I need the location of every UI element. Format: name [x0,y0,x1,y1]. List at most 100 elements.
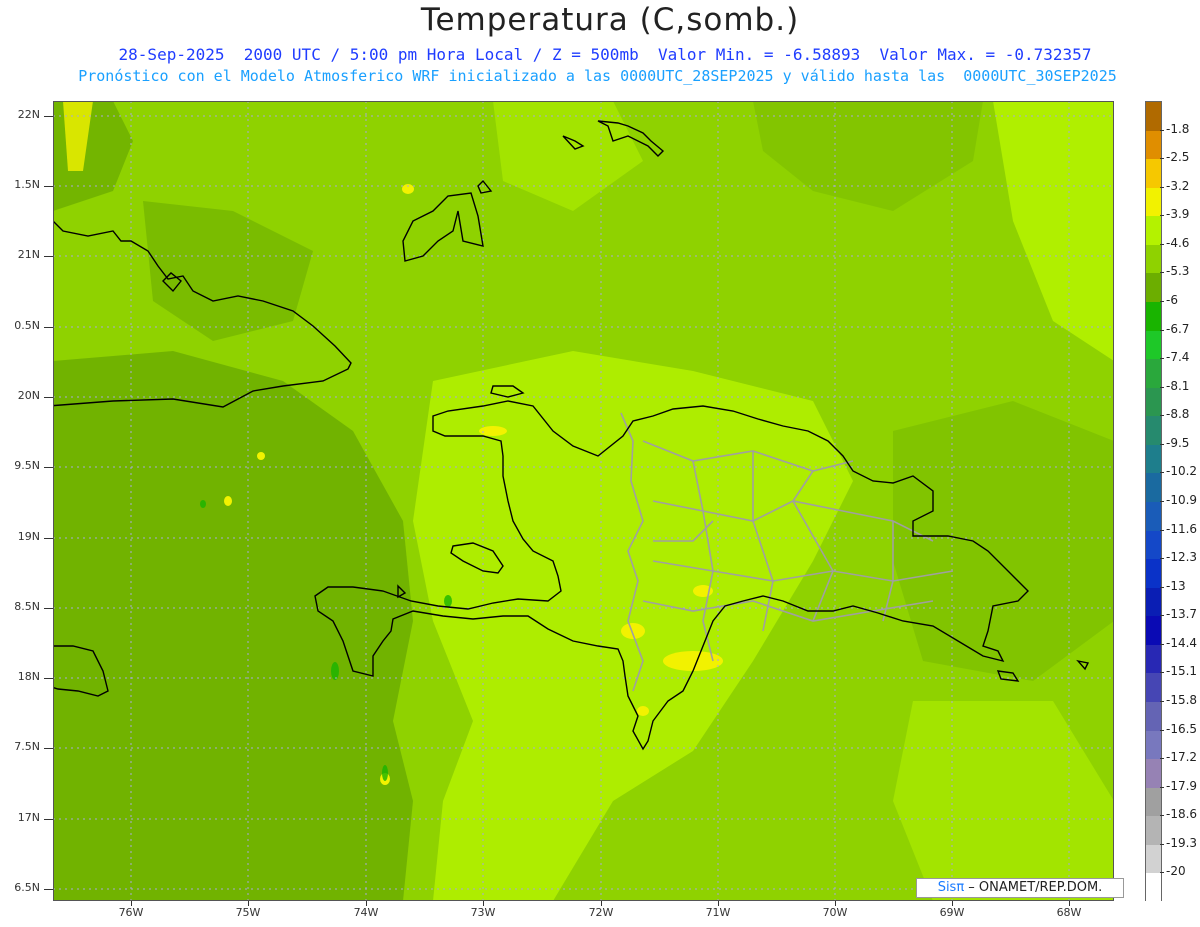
x-tick-label: 68W [1056,906,1082,919]
colorbar-tick [1160,786,1164,788]
colorbar-label: -19.3 [1166,835,1198,850]
colorbar-tick [1160,186,1164,188]
colorbar-tick [1160,843,1164,845]
colorbar-segment [1146,530,1161,560]
y-tick [44,397,53,398]
colorbar-segment [1146,416,1161,446]
colorbar-tick [1160,358,1164,360]
y-tick-label: 21N [17,248,40,261]
colorbar-label: -14.4 [1166,635,1198,650]
colorbar-segment [1146,702,1161,732]
colorbar-label: -4.6 [1166,235,1190,250]
y-tick [44,116,53,117]
y-tick [44,889,53,890]
y-tick-label: 0.5N [14,319,40,332]
colorbar-tick [1160,329,1164,331]
colorbar-segment [1146,302,1161,332]
colorbar-tick [1160,243,1164,245]
colorbar-tick [1160,729,1164,731]
colorbar-tick [1160,415,1164,417]
colorbar-tick [1160,472,1164,474]
field-warm-spot [663,651,723,671]
colorbar-tick [1160,501,1164,502]
colorbar-label: -8.1 [1166,378,1190,393]
colorbar-label: -9.5 [1166,435,1190,450]
credit-box: Sisπ – ONAMET/REP.DOM. [916,878,1124,898]
y-tick-label: 17N [17,811,40,824]
colorbar-segment [1146,816,1161,846]
colorbar-tick [1160,758,1164,760]
map-subtitle-model: Pronóstico con el Modelo Atmosferico WRF… [78,67,1117,85]
field-warm-spot [257,452,265,460]
y-tick [44,608,53,609]
colorbar-segment [1146,102,1161,132]
field-warm-spot [637,706,649,716]
sispi-logo-text: Sisπ [937,880,965,895]
colorbar-label: -16.5 [1166,721,1198,736]
colorbar-segment [1146,330,1161,360]
colorbar-segment [1146,616,1161,646]
colorbar-segment [1146,559,1161,589]
forecast-map[interactable] [53,101,1114,901]
colorbar-segment [1146,759,1161,789]
y-tick-label: 20N [17,389,40,402]
map-canvas [53,101,1114,901]
credit-text: – ONAMET/REP.DOM. [964,880,1103,895]
colorbar-tick [1160,558,1164,560]
y-tick [44,819,53,820]
colorbar-tick [1160,215,1164,217]
colorbar-segment [1146,244,1161,274]
colorbar-segment [1146,387,1161,417]
y-tick [44,467,53,468]
x-tick-label: 74W [353,906,379,919]
colorbar-segment [1146,273,1161,303]
colorbar-segment [1146,359,1161,389]
y-tick-label: 22N [17,108,40,121]
colorbar-segment [1146,787,1161,817]
colorbar-label: -13 [1166,578,1186,593]
field-warm-spot [224,496,232,506]
y-tick [44,327,53,328]
x-tick-label: 75W [235,906,261,919]
colorbar-tick [1160,701,1164,702]
colorbar-tick [1160,272,1164,274]
colorbar-segment [1146,502,1161,532]
colorbar-label: -12.3 [1166,550,1198,565]
field-cold-spot [331,662,339,680]
y-tick-label: 8.5N [14,600,40,613]
colorbar-tick [1160,301,1164,302]
colorbar-label: -2.5 [1166,150,1190,165]
colorbar-label: -3.9 [1166,207,1190,222]
colorbar-tick [1160,872,1164,874]
colorbar-tick [1160,643,1164,645]
y-tick [44,538,53,539]
colorbar-label: -8.8 [1166,407,1190,422]
colorbar-segment [1146,730,1161,760]
colorbar-label: -15.8 [1166,693,1198,707]
colorbar-label: -10.2 [1166,464,1198,479]
colorbar-label: -13.7 [1166,607,1198,622]
x-tick-label: 70W [822,906,848,919]
colorbar-tick [1160,529,1164,531]
colorbar-label: -17.2 [1166,750,1198,765]
colorbar-tick [1160,586,1164,588]
y-tick [44,256,53,257]
colorbar-tick [1160,815,1164,817]
colorbar-tick [1160,443,1164,445]
y-tick [44,186,53,187]
colorbar-tick [1160,672,1164,674]
x-tick-label: 73W [470,906,496,919]
colorbar-label: -7.4 [1166,350,1190,365]
colorbar-segment [1146,159,1161,189]
y-tick [44,748,53,749]
colorbar-label: -5.3 [1166,264,1190,279]
colorbar-label: -6.7 [1166,321,1190,336]
colorbar-label: -18.6 [1166,807,1198,822]
colorbar-segment [1146,873,1161,903]
colorbar-tick [1160,158,1164,160]
colorbar-segment [1146,644,1161,674]
colorbar-label: -11.6 [1166,521,1198,536]
colorbar-label: -6 [1166,293,1178,307]
colorbar-segment [1146,444,1161,474]
colorbar-label: -20 [1166,864,1186,879]
